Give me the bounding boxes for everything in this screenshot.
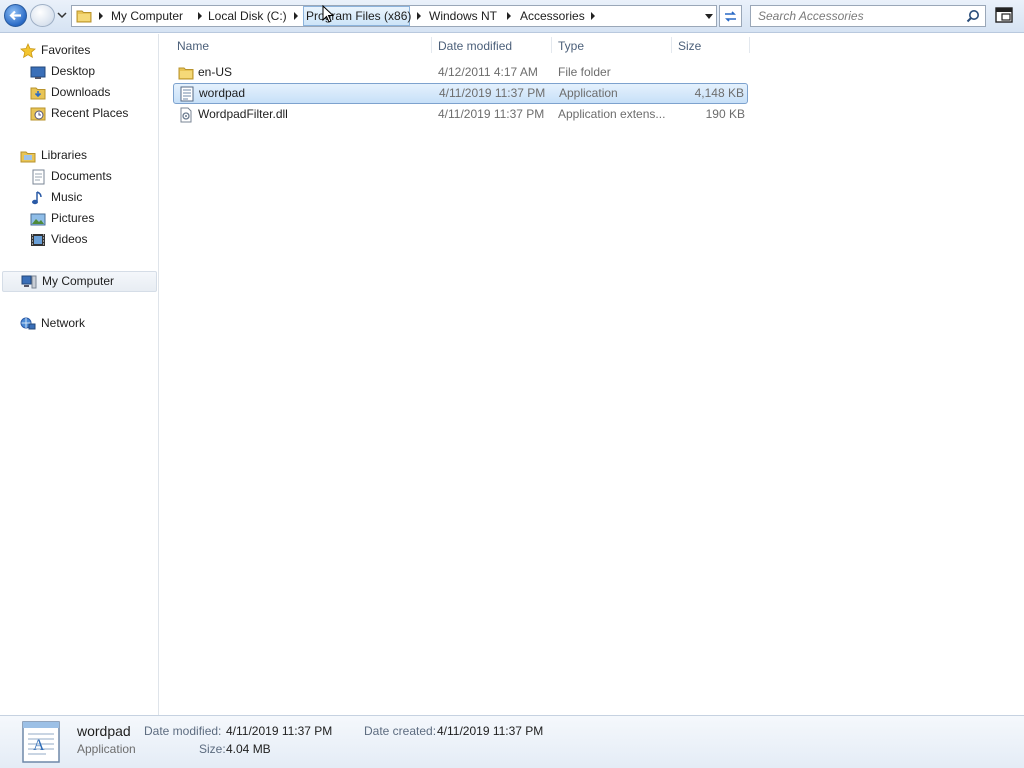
preview-pane-icon[interactable] [995, 7, 1013, 23]
nav-music[interactable]: Music [0, 187, 156, 208]
column-divider[interactable] [671, 37, 672, 53]
nav-network[interactable]: Network [0, 313, 156, 334]
file-date-modified: 4/11/2019 11:37 PM [439, 86, 546, 100]
breadcrumb-separator-icon[interactable] [591, 12, 595, 20]
nav-music-label: Music [51, 190, 83, 204]
breadcrumb-separator-icon[interactable] [99, 12, 103, 20]
breadcrumb-windows-nt[interactable]: Windows NT [429, 6, 497, 26]
file-date-modified: 4/12/2011 4:17 AM [438, 65, 538, 79]
details-size-label: Size: [199, 742, 226, 756]
libraries-icon [20, 151, 36, 163]
network-icon [20, 317, 36, 330]
nav-videos[interactable]: Videos [0, 229, 156, 250]
nav-downloads-label: Downloads [51, 85, 111, 99]
dll-icon [180, 107, 192, 123]
downloads-folder-icon [30, 87, 46, 100]
file-row-wordpad[interactable]: wordpad 4/11/2019 11:37 PM Application 4… [173, 83, 748, 104]
column-divider[interactable] [431, 37, 432, 53]
svg-text:A: A [33, 737, 45, 754]
mouse-cursor-icon [322, 5, 334, 23]
details-file-name: wordpad [77, 723, 131, 739]
breadcrumb-separator-icon[interactable] [507, 12, 511, 20]
file-size: 190 KB [705, 107, 745, 121]
star-icon [20, 43, 36, 59]
search-box[interactable] [750, 5, 986, 27]
search-input[interactable] [751, 6, 961, 26]
computer-icon [21, 275, 37, 289]
application-icon [180, 86, 194, 102]
breadcrumb-my-computer[interactable]: My Computer [111, 6, 183, 26]
breadcrumb-local-disk[interactable]: Local Disk (C:) [208, 6, 287, 26]
folder-icon [76, 10, 92, 23]
column-header-size[interactable]: Size [678, 37, 701, 55]
nav-recent-places[interactable]: Recent Places [0, 103, 156, 124]
breadcrumb-separator-icon[interactable] [198, 12, 202, 20]
folder-icon [178, 67, 194, 80]
details-file-type: Application [77, 742, 136, 756]
details-date-modified-label: Date modified: [144, 724, 222, 738]
file-row-wordpadfilter-dll[interactable]: WordpadFilter.dll 4/11/2019 11:37 PM App… [173, 104, 748, 125]
file-size: 4,148 KB [694, 86, 744, 100]
breadcrumb-accessories[interactable]: Accessories [520, 6, 585, 26]
breadcrumb-separator-icon[interactable] [417, 12, 421, 20]
desktop-icon [30, 66, 46, 79]
back-button[interactable] [4, 4, 27, 27]
nav-libraries[interactable]: Libraries [0, 145, 156, 166]
breadcrumb-separator-icon[interactable] [294, 12, 298, 20]
nav-desktop-label: Desktop [51, 64, 96, 78]
column-header-date-modified[interactable]: Date modified [438, 37, 512, 55]
file-type: File folder [558, 65, 611, 79]
nav-network-label: Network [41, 316, 86, 330]
nav-pictures-label: Pictures [51, 211, 95, 225]
nav-documents-label: Documents [51, 169, 112, 183]
nav-recent-places-label: Recent Places [51, 106, 129, 120]
file-name: en-US [198, 65, 233, 79]
music-icon [32, 191, 42, 205]
nav-desktop[interactable]: Desktop [0, 61, 156, 82]
details-pane: A wordpad Application Date modified: 4/1… [0, 715, 1024, 768]
details-date-created-value: 4/11/2019 11:37 PM [437, 724, 544, 738]
wordpad-large-icon: A [22, 721, 60, 763]
nav-favorites-label: Favorites [41, 43, 91, 57]
refresh-button[interactable] [719, 5, 742, 27]
file-row-en-us[interactable]: en-US 4/12/2011 4:17 AM File folder [173, 62, 748, 83]
videos-icon [31, 234, 45, 246]
column-header-type[interactable]: Type [558, 37, 584, 55]
file-name: wordpad [199, 86, 246, 100]
nav-pictures[interactable]: Pictures [0, 208, 156, 229]
file-type: Application [559, 86, 618, 100]
recent-pages-dropdown-icon[interactable] [57, 10, 67, 20]
back-arrow-icon [9, 10, 21, 21]
address-dropdown-icon[interactable] [705, 14, 713, 19]
breadcrumb-program-files[interactable]: Program Files (x86) [303, 6, 411, 26]
file-name: WordpadFilter.dll [198, 107, 288, 121]
nav-documents[interactable]: Documents [0, 166, 156, 187]
column-divider[interactable] [551, 37, 552, 53]
pictures-icon [30, 213, 46, 226]
file-type: Application extens... [558, 107, 666, 121]
details-date-created-label: Date created: [364, 724, 437, 738]
nav-videos-label: Videos [51, 232, 88, 246]
nav-downloads[interactable]: Downloads [0, 82, 156, 103]
nav-favorites[interactable]: Favorites [0, 40, 156, 61]
address-bar[interactable]: My Computer Local Disk (C:) Program File… [71, 5, 717, 27]
navigation-bar: My Computer Local Disk (C:) Program File… [0, 0, 1024, 33]
file-list-view: Name Date modified Type Size en-US 4/12/… [160, 34, 1024, 715]
nav-libraries-label: Libraries [41, 148, 88, 162]
nav-my-computer-label: My Computer [42, 274, 115, 288]
refresh-icon [725, 10, 736, 22]
nav-my-computer[interactable]: My Computer [2, 271, 157, 292]
details-size-value: 4.04 MB [226, 742, 271, 756]
column-header-name[interactable]: Name [177, 37, 209, 55]
forward-button[interactable] [30, 4, 55, 27]
documents-icon [32, 169, 45, 185]
column-divider[interactable] [749, 37, 750, 53]
details-date-modified-value: 4/11/2019 11:37 PM [226, 724, 333, 738]
file-date-modified: 4/11/2019 11:37 PM [438, 107, 545, 121]
search-icon[interactable] [966, 9, 980, 23]
recent-places-icon [30, 107, 46, 121]
navigation-pane: Favorites Desktop Downloads Recent Place… [0, 34, 159, 715]
